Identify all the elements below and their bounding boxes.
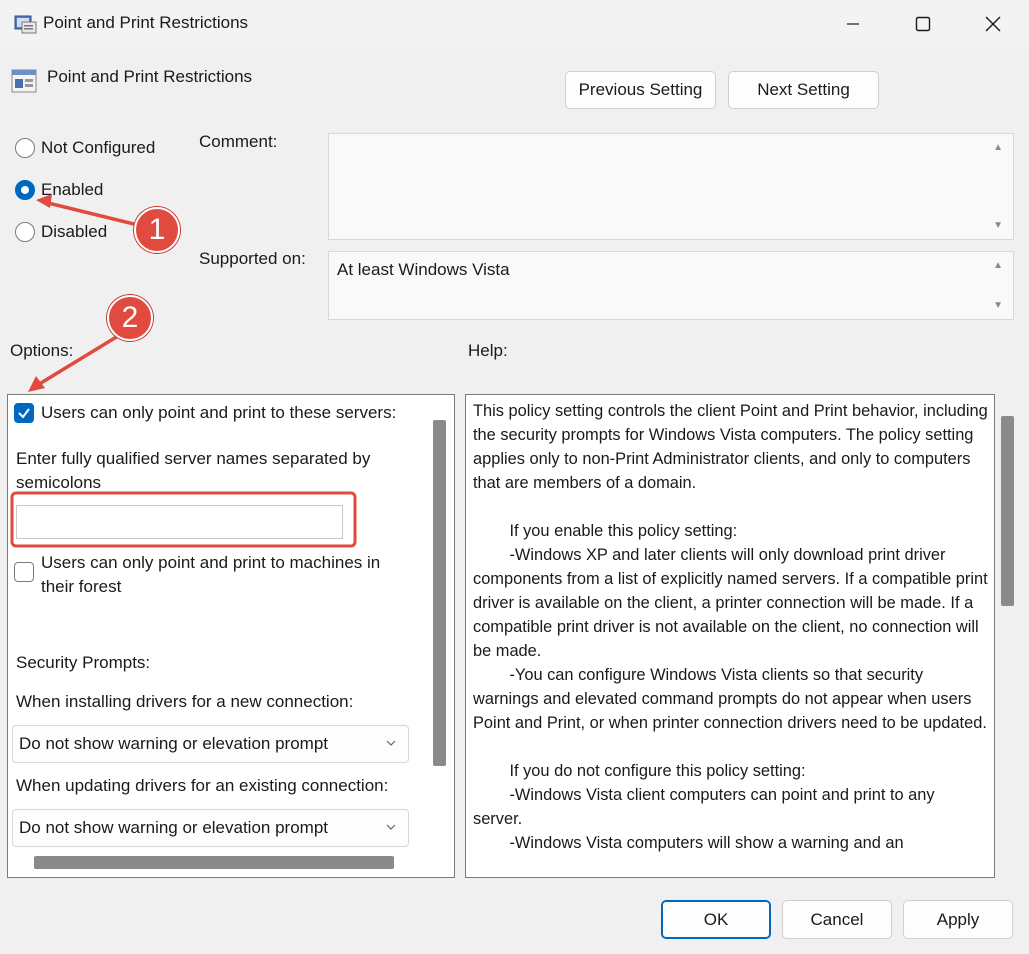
ok-button[interactable]: OK bbox=[661, 900, 771, 939]
scroll-down-icon[interactable]: ▼ bbox=[993, 220, 1003, 231]
radio-label: Not Configured bbox=[41, 138, 156, 157]
apply-button[interactable]: Apply bbox=[903, 900, 1013, 939]
radio-disabled[interactable]: Disabled bbox=[15, 222, 107, 242]
help-panel: This policy setting controls the client … bbox=[465, 394, 995, 878]
options-label: Options: bbox=[10, 341, 74, 360]
radio-circle[interactable] bbox=[15, 138, 35, 158]
forest-label: Users can only point and print to machin… bbox=[41, 553, 381, 596]
server-names-input[interactable] bbox=[16, 505, 343, 539]
radio-not-configured[interactable]: Not Configured bbox=[15, 138, 155, 158]
install-drivers-label: When installing drivers for a new connec… bbox=[16, 692, 354, 711]
previous-setting-button[interactable]: Previous Setting bbox=[565, 71, 716, 109]
forest-option[interactable]: Users can only point and print to machin… bbox=[14, 551, 411, 599]
minimize-button[interactable] bbox=[818, 0, 888, 48]
radio-label: Enabled bbox=[41, 180, 104, 199]
close-button[interactable] bbox=[958, 0, 1028, 48]
scroll-up-icon[interactable]: ▲ bbox=[993, 142, 1003, 153]
server-names-label: Enter fully qualified server names separ… bbox=[16, 449, 371, 492]
minimize-icon bbox=[847, 23, 859, 25]
radio-circle-selected[interactable] bbox=[15, 180, 35, 200]
scroll-up-icon[interactable]: ▲ bbox=[993, 260, 1003, 271]
options-panel: Users can only point and print to these … bbox=[7, 394, 455, 878]
scroll-down-icon[interactable]: ▼ bbox=[993, 300, 1003, 311]
help-text: This policy setting controls the client … bbox=[473, 402, 988, 852]
comment-label: Comment: bbox=[199, 132, 278, 151]
restrict-servers-label: Users can only point and print to these … bbox=[41, 403, 397, 422]
cancel-button[interactable]: Cancel bbox=[782, 900, 892, 939]
window-title: Point and Print Restrictions bbox=[43, 13, 249, 32]
close-icon bbox=[985, 16, 1001, 32]
chevron-down-icon bbox=[386, 740, 396, 746]
options-horizontal-scrollbar[interactable] bbox=[34, 856, 394, 869]
supported-on-field: At least Windows Vista ▲ ▼ bbox=[328, 251, 1014, 320]
annotation-arrowhead-2 bbox=[28, 376, 45, 392]
help-scrollbar[interactable] bbox=[1001, 416, 1014, 606]
radio-label: Disabled bbox=[41, 222, 108, 241]
maximize-button[interactable] bbox=[888, 0, 958, 48]
supported-on-label: Supported on: bbox=[199, 249, 306, 268]
annotation-badge-1: 1 bbox=[134, 207, 180, 253]
next-setting-button[interactable]: Next Setting bbox=[728, 71, 879, 109]
update-drivers-value: Do not show warning or elevation prompt bbox=[19, 818, 328, 837]
options-vertical-scrollbar[interactable] bbox=[433, 420, 446, 766]
help-label: Help: bbox=[468, 341, 508, 360]
maximize-icon bbox=[915, 16, 931, 32]
supported-on-value: At least Windows Vista bbox=[337, 260, 510, 279]
checkmark-icon bbox=[18, 408, 30, 419]
restrict-servers-checkbox[interactable] bbox=[14, 403, 34, 423]
install-drivers-value: Do not show warning or elevation prompt bbox=[19, 734, 328, 753]
radio-circle[interactable] bbox=[15, 222, 35, 242]
policy-setting-icon bbox=[11, 69, 37, 93]
install-drivers-select[interactable]: Do not show warning or elevation prompt bbox=[12, 725, 409, 763]
policy-app-icon bbox=[14, 15, 37, 34]
setting-title: Point and Print Restrictions bbox=[47, 67, 253, 86]
annotation-badge-2: 2 bbox=[107, 295, 153, 341]
update-drivers-select[interactable]: Do not show warning or elevation prompt bbox=[12, 809, 409, 847]
chevron-down-icon bbox=[386, 824, 396, 830]
update-drivers-label: When updating drivers for an existing co… bbox=[16, 776, 389, 795]
restrict-servers-option[interactable]: Users can only point and print to these … bbox=[14, 403, 396, 423]
radio-enabled[interactable]: Enabled bbox=[15, 180, 103, 200]
comment-textarea[interactable]: ▲ ▼ bbox=[328, 133, 1014, 240]
title-bar: Point and Print Restrictions bbox=[0, 0, 1029, 48]
forest-checkbox[interactable] bbox=[14, 562, 34, 582]
security-prompts-label: Security Prompts: bbox=[16, 653, 151, 672]
